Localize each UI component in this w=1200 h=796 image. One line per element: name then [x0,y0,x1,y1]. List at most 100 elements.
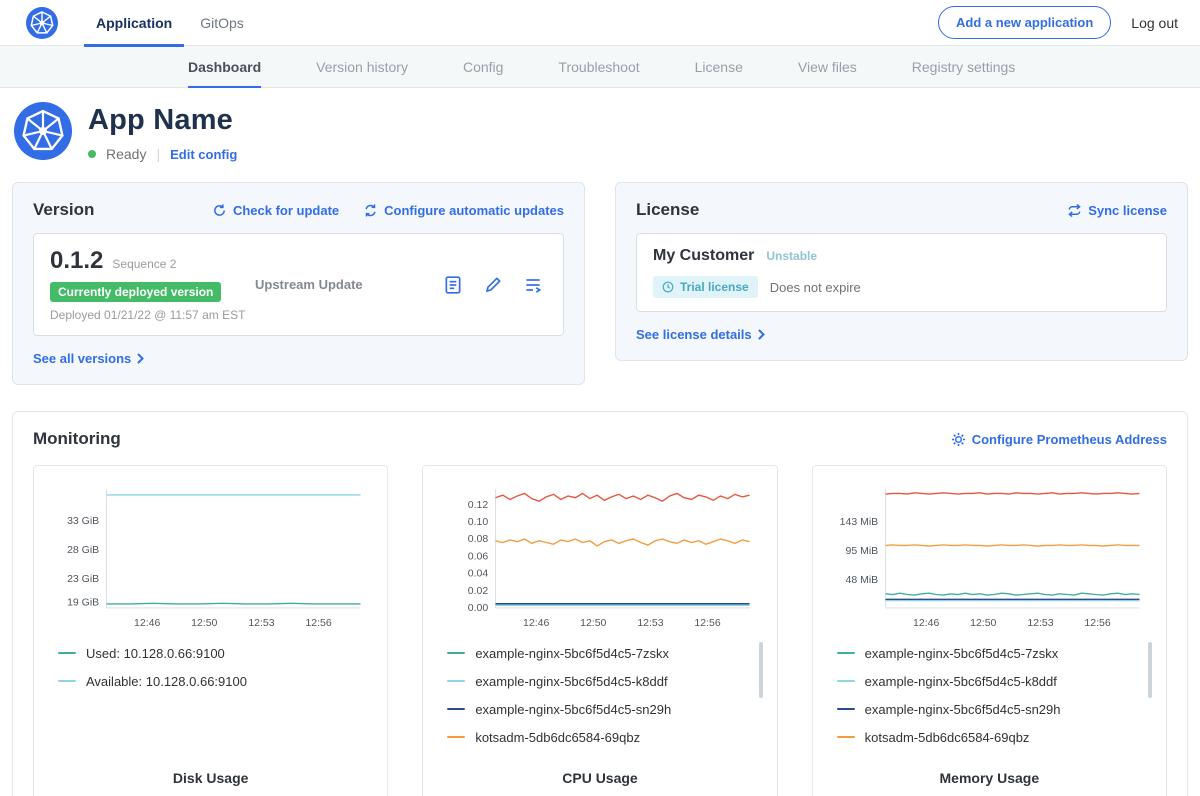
clock-icon [662,281,674,293]
subnav-item-view-files[interactable]: View files [798,46,857,87]
memory-usage-panel: 48 MiB95 MiB143 MiB12:4612:5012:5312:56 … [812,465,1167,796]
edit-config-link[interactable]: Edit config [170,147,237,162]
svg-text:12:53: 12:53 [638,617,664,629]
subnav-item-config[interactable]: Config [463,46,503,87]
svg-text:33 GiB: 33 GiB [67,515,99,527]
memory-usage-chart: 48 MiB 95 MiB 143 MiB 12:46 12:50 12:53 12:56 [825,480,1154,634]
svg-text:0.10: 0.10 [468,516,489,528]
sequence-label: Sequence 2 [112,257,176,271]
legend-item: kotsadm-5db6dc6584-69qbz [837,730,1140,745]
svg-text:143 MiB: 143 MiB [839,516,878,528]
configure-automatic-updates-label: Configure automatic updates [384,203,564,218]
license-detail-row: My Customer Unstable Trial license Does … [636,233,1167,312]
app-logo-icon [14,102,72,160]
subnav-item-dashboard[interactable]: Dashboard [188,46,261,87]
logout-button[interactable]: Log out [1131,15,1178,31]
version-card-title: Version [33,200,94,220]
license-type-badge: Trial license [653,276,758,298]
cpu-usage-chart: 0.000.020.040.060.080.100.1212:4612:5012… [435,480,764,634]
sync-license-label: Sync license [1088,203,1167,218]
legend-scrollbar[interactable] [1148,642,1152,698]
legend-series-label: example-nginx-5bc6f5d4c5-7zskx [865,646,1059,661]
license-type-label: Trial license [680,280,749,294]
see-all-versions-link[interactable]: See all versions [33,351,144,366]
app-sub-nav: Dashboard Version history Config Trouble… [0,46,1200,88]
gear-icon [951,432,966,447]
svg-text:12:46: 12:46 [913,617,939,629]
svg-text:12:50: 12:50 [970,617,996,629]
view-logs-icon[interactable] [523,275,543,295]
legend-series-swatch [58,652,76,654]
legend-series-label: example-nginx-5bc6f5d4c5-k8ddf [865,674,1057,689]
svg-text:0.12: 0.12 [468,499,489,511]
channel-label: Unstable [766,249,817,263]
deployed-version-badge: Currently deployed version [50,282,221,302]
legend-item: example-nginx-5bc6f5d4c5-k8ddf [837,674,1140,689]
release-notes-icon[interactable] [443,275,463,295]
svg-text:12:56: 12:56 [305,617,331,629]
top-nav: Application GitOps Add a new application… [0,0,1200,46]
legend-series-swatch [447,708,465,710]
check-for-update-link[interactable]: Check for update [212,203,339,218]
tab-application-label: Application [96,15,172,31]
chevron-right-icon [758,329,765,340]
legend-series-label: kotsadm-5db6dc6584-69qbz [865,730,1030,745]
svg-text:0.00: 0.00 [468,602,489,614]
add-application-button[interactable]: Add a new application [938,6,1111,39]
legend-series-swatch [58,680,76,682]
subnav-item-troubleshoot[interactable]: Troubleshoot [558,46,639,87]
license-card-title: License [636,200,699,220]
edit-config-pencil-icon[interactable] [483,275,503,295]
svg-text:12:56: 12:56 [1084,617,1110,629]
cpu-usage-legend: example-nginx-5bc6f5d4c5-7zskx example-ng… [435,634,764,758]
memory-usage-title: Memory Usage [825,770,1154,786]
legend-scrollbar[interactable] [759,642,763,698]
legend-series-label: Available: 10.128.0.66:9100 [86,674,247,689]
legend-series-swatch [447,652,465,654]
disk-usage-legend: Used: 10.128.0.66:9100 Available: 10.128.… [46,634,375,702]
configure-automatic-updates-link[interactable]: Configure automatic updates [363,203,564,218]
tab-gitops[interactable]: GitOps [186,0,258,46]
legend-series-swatch [447,736,465,738]
see-license-details-link[interactable]: See license details [636,327,765,342]
status-text: Ready [106,146,146,162]
svg-text:12:50: 12:50 [580,617,606,629]
svg-text:0.08: 0.08 [468,533,489,545]
svg-text:95 MiB: 95 MiB [845,545,878,557]
cpu-usage-title: CPU Usage [435,770,764,786]
check-for-update-label: Check for update [233,203,339,218]
legend-item: example-nginx-5bc6f5d4c5-k8ddf [447,674,750,689]
svg-text:12:53: 12:53 [1027,617,1053,629]
legend-item: Used: 10.128.0.66:9100 [58,646,361,661]
legend-series-swatch [837,736,855,738]
legend-series-label: example-nginx-5bc6f5d4c5-sn29h [865,702,1061,717]
expiration-text: Does not expire [770,280,861,295]
svg-text:0.06: 0.06 [468,550,489,562]
upstream-update-label: Upstream Update [255,277,443,292]
legend-series-label: example-nginx-5bc6f5d4c5-sn29h [475,702,671,717]
configure-prometheus-link[interactable]: Configure Prometheus Address [951,432,1167,447]
chevron-right-icon [137,353,144,364]
tab-gitops-label: GitOps [200,15,244,31]
legend-series-label: Used: 10.128.0.66:9100 [86,646,225,661]
sync-license-link[interactable]: Sync license [1067,203,1167,218]
subnav-item-license[interactable]: License [695,46,743,87]
app-name-title: App Name [88,104,237,137]
subnav-item-registry-settings[interactable]: Registry settings [912,46,1015,87]
svg-text:48 MiB: 48 MiB [845,574,878,586]
kots-admin-console: Application GitOps Add a new application… [0,0,1200,796]
legend-item: example-nginx-5bc6f5d4c5-sn29h [447,702,750,717]
subnav-item-version-history[interactable]: Version history [316,46,408,87]
legend-series-swatch [837,680,855,682]
tab-application[interactable]: Application [82,0,186,46]
svg-text:12:56: 12:56 [695,617,721,629]
legend-item: example-nginx-5bc6f5d4c5-7zskx [447,646,750,661]
svg-text:12:53: 12:53 [248,617,274,629]
svg-text:12:50: 12:50 [191,617,217,629]
legend-series-swatch [447,680,465,682]
svg-text:12:46: 12:46 [523,617,549,629]
status-dot [88,150,96,158]
legend-item: Available: 10.128.0.66:9100 [58,674,361,689]
customer-name: My Customer [653,247,754,265]
sync-icon [1067,203,1082,218]
